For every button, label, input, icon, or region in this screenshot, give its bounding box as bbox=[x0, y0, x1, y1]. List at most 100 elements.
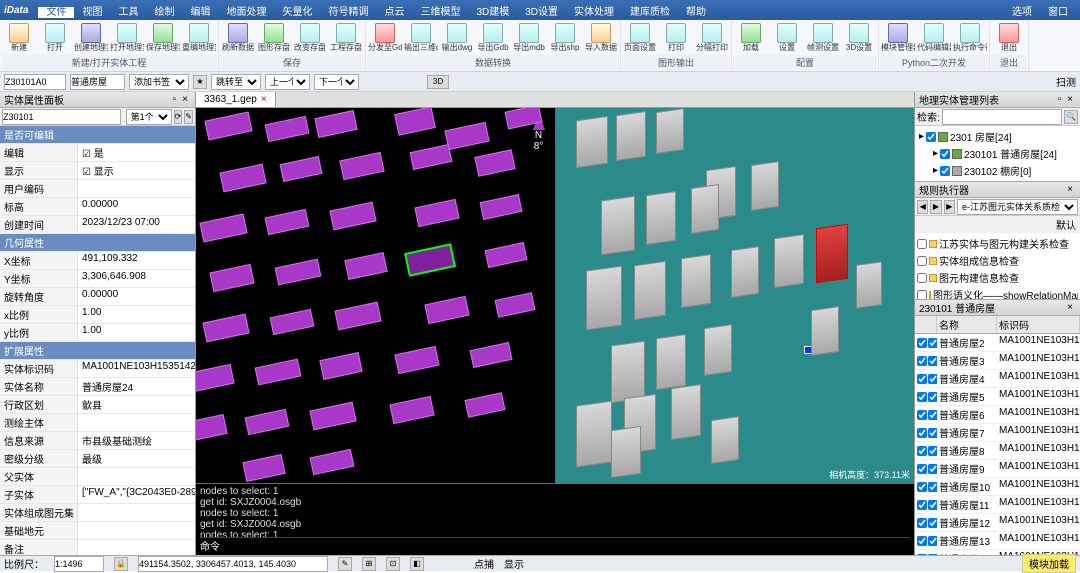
prop-row[interactable]: 子实体["FW_A","{3C2043E0-2897-... bbox=[0, 486, 195, 504]
building-2d[interactable] bbox=[314, 110, 357, 138]
building-2d[interactable] bbox=[209, 264, 254, 292]
entity-row[interactable]: 普通房屋4MA1001NE103H1535... bbox=[915, 370, 1080, 388]
menu-1[interactable]: 视图 bbox=[74, 7, 110, 18]
ribbon-打印[interactable]: 打印 bbox=[658, 21, 694, 55]
building-3d[interactable] bbox=[811, 306, 839, 356]
document-tab[interactable]: 3363_1.gep× bbox=[196, 92, 276, 107]
ribbon-保存地理实体工程[interactable]: 保存地理实体工程 bbox=[145, 21, 181, 55]
prop-row[interactable]: 父实体 bbox=[0, 468, 195, 486]
menu-10[interactable]: 3D建模 bbox=[468, 7, 517, 18]
building-3d[interactable] bbox=[774, 234, 804, 288]
building-2d[interactable] bbox=[196, 364, 235, 392]
ribbon-帧测设置[interactable]: 帧测设置 bbox=[805, 21, 841, 55]
prop-row[interactable]: 基础地元 bbox=[0, 522, 195, 540]
building-2d[interactable] bbox=[410, 144, 453, 170]
menu-5[interactable]: 地面处理 bbox=[218, 7, 274, 18]
building-3d[interactable] bbox=[601, 196, 635, 256]
ribbon-页面设置[interactable]: 页面设置 bbox=[622, 21, 658, 55]
prop-row[interactable]: 编辑☑ 是 bbox=[0, 144, 195, 162]
building-2d[interactable] bbox=[309, 402, 356, 431]
menu-13[interactable]: 建库质检 bbox=[622, 7, 678, 18]
entity-row[interactable]: 普通房屋7MA1001NE103H1535... bbox=[915, 424, 1080, 442]
building-2d[interactable] bbox=[470, 342, 513, 368]
rule-item[interactable]: 实体组成信息检查 bbox=[917, 252, 1078, 269]
entity-row[interactable]: 普通房屋13MA1001NE103H1535... bbox=[915, 532, 1080, 550]
ribbon-打开地理实体工程[interactable]: 打开地理实体工程 bbox=[109, 21, 145, 55]
building-2d[interactable] bbox=[394, 346, 439, 374]
building-2d[interactable] bbox=[202, 314, 249, 343]
rules-select[interactable]: e-江苏图元实体关系质检 bbox=[957, 199, 1078, 215]
prop-row[interactable]: y比例1.00 bbox=[0, 324, 195, 342]
module-load-button[interactable]: 模块加载 bbox=[1022, 554, 1076, 573]
ribbon-执行命令行[interactable]: 执行命令行 bbox=[952, 21, 988, 55]
layer-tree[interactable]: ▸2301 房屋[24]▸230101 普通房屋[24]▸230102 棚房[0… bbox=[915, 126, 1080, 181]
building-3d[interactable] bbox=[576, 400, 612, 467]
tree-node[interactable]: ▸230102 棚房[0] bbox=[917, 162, 1078, 179]
ribbon-图形存盘[interactable]: 图形存盘 bbox=[256, 21, 292, 55]
scale-input[interactable] bbox=[54, 556, 104, 572]
building-3d[interactable] bbox=[576, 116, 608, 168]
close-icon[interactable]: × bbox=[1064, 94, 1076, 105]
building-3d[interactable] bbox=[586, 265, 622, 330]
building-3d[interactable] bbox=[616, 111, 646, 161]
menu-options[interactable]: 选项 bbox=[1004, 3, 1040, 18]
building-2d[interactable] bbox=[265, 209, 310, 235]
pin-icon[interactable]: ▫ bbox=[170, 94, 180, 105]
ribbon-改变存盘[interactable]: 改变存盘 bbox=[292, 21, 328, 55]
entity-list[interactable]: 名称标识码普通房屋2MA1001NE103H1535...普通房屋3MA1001… bbox=[915, 316, 1080, 555]
building-3d[interactable] bbox=[671, 384, 701, 440]
building-3d[interactable] bbox=[731, 246, 759, 298]
bookmark-select[interactable]: 添加书签 bbox=[129, 74, 189, 90]
ribbon-分发至Gdb[interactable]: 分发至Gdb bbox=[367, 21, 403, 55]
ribbon-新建[interactable]: 新建 bbox=[1, 21, 37, 55]
status-icon[interactable]: ⊡ bbox=[386, 557, 400, 571]
building-2d[interactable] bbox=[275, 259, 322, 286]
building-2d[interactable] bbox=[319, 352, 362, 380]
building-2d[interactable] bbox=[444, 122, 489, 150]
prop-row[interactable]: 旋转角度0.00000 bbox=[0, 288, 195, 306]
building-2d[interactable] bbox=[480, 194, 523, 220]
building-3d[interactable] bbox=[634, 261, 666, 320]
menu-8[interactable]: 点云 bbox=[376, 7, 412, 18]
prop-row[interactable]: 标高0.00000 bbox=[0, 198, 195, 216]
entity-row[interactable]: 普通房屋12MA1001NE103H1535... bbox=[915, 514, 1080, 532]
rules-prev-icon[interactable]: ◀ bbox=[917, 200, 928, 214]
prop-row[interactable]: X坐标491,109.332 bbox=[0, 252, 195, 270]
ribbon-输出dwg[interactable]: 输出dwg bbox=[439, 21, 475, 55]
rule-item[interactable]: 江苏实体与图元构建关系检查 bbox=[917, 235, 1078, 252]
menu-12[interactable]: 实体处理 bbox=[566, 7, 622, 18]
status-icon[interactable]: ◧ bbox=[410, 557, 424, 571]
scale-lock-icon[interactable]: 🔒 bbox=[114, 557, 128, 571]
prop-row[interactable]: 行政区划歙县 bbox=[0, 396, 195, 414]
building-3d[interactable] bbox=[704, 324, 732, 376]
prop-row[interactable]: Y坐标3,306,646.908 bbox=[0, 270, 195, 288]
building-2d[interactable] bbox=[339, 152, 384, 180]
building-3d[interactable] bbox=[611, 341, 645, 404]
rules-next-icon[interactable]: ▶ bbox=[930, 200, 941, 214]
building-2d[interactable] bbox=[199, 214, 247, 243]
prop-row[interactable]: 信息来源市县级基础测绘 bbox=[0, 432, 195, 450]
building-3d[interactable] bbox=[751, 161, 779, 211]
ribbon-创建地理实体工程[interactable]: 创建地理实体工程 bbox=[73, 21, 109, 55]
search-icon[interactable]: 🔍 bbox=[1064, 110, 1078, 124]
prop-row[interactable]: 用户编码 bbox=[0, 180, 195, 198]
ribbon-输出三维dxf[interactable]: 输出三维dxf bbox=[403, 21, 439, 55]
building-2d[interactable] bbox=[204, 112, 252, 141]
menu-3[interactable]: 绘制 bbox=[146, 7, 182, 18]
building-3d[interactable] bbox=[646, 191, 676, 245]
prop-row[interactable]: 密级分级最级 bbox=[0, 450, 195, 468]
entity-row[interactable]: 普通房屋8MA1001NE103H1535... bbox=[915, 442, 1080, 460]
search-input[interactable] bbox=[942, 109, 1062, 125]
building-2d[interactable] bbox=[344, 252, 387, 280]
prop-layer-input[interactable] bbox=[2, 109, 121, 125]
ribbon-导出Gdb[interactable]: 导出Gdb bbox=[475, 21, 511, 55]
building-2d[interactable] bbox=[495, 292, 536, 318]
building-2d[interactable] bbox=[280, 156, 323, 182]
ribbon-导出mdb[interactable]: 导出mdb bbox=[511, 21, 547, 55]
building-2d[interactable] bbox=[329, 202, 376, 231]
command-input[interactable] bbox=[223, 542, 791, 553]
building-3d[interactable] bbox=[856, 261, 882, 309]
menu-2[interactable]: 工具 bbox=[110, 7, 146, 18]
building-3d[interactable] bbox=[681, 254, 711, 308]
building-3d[interactable] bbox=[691, 184, 719, 234]
